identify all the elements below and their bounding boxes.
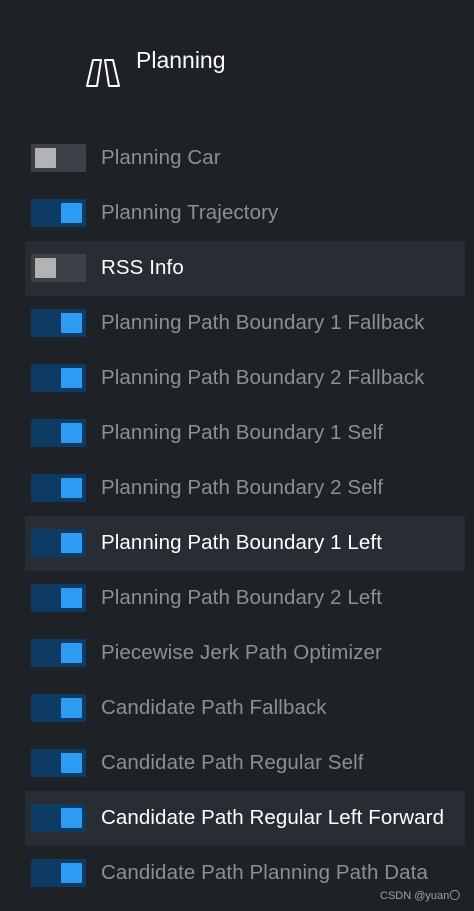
layer-row-candidate-path-fallback[interactable]: Candidate Path Fallback [25,681,465,736]
toggle-knob [61,863,82,883]
toggle-switch[interactable] [31,199,86,227]
planning-panel: Planning Planning Car Planning Trajectory… [0,0,474,911]
toggle-switch[interactable] [31,364,86,392]
layer-label: Planning Path Boundary 1 Left [101,531,382,554]
toggle-switch[interactable] [31,749,86,777]
toggle-switch[interactable] [31,309,86,337]
panel-title: Planning [136,47,226,73]
layer-row-planning-path-boundary-1-left[interactable]: Planning Path Boundary 1 Left [25,516,465,571]
toggle-switch[interactable] [31,584,86,612]
toggle-switch[interactable] [31,419,86,447]
toggle-knob [61,753,82,773]
toggle-knob [61,478,82,498]
toggle-knob [61,698,82,718]
layer-label: Planning Car [101,146,221,169]
layer-label: Planning Path Boundary 2 Self [101,476,384,499]
layer-row-planning-path-boundary-2-left[interactable]: Planning Path Boundary 2 Left [25,571,465,626]
toggle-switch[interactable] [31,254,86,282]
layer-label: Planning Path Boundary 1 Fallback [101,311,425,334]
toggle-switch[interactable] [31,694,86,722]
layer-label: Candidate Path Regular Left Forward [101,806,445,829]
toggle-knob [61,588,82,608]
layer-row-planning-trajectory[interactable]: Planning Trajectory [25,186,465,241]
layer-row-planning-path-boundary-1-fallback[interactable]: Planning Path Boundary 1 Fallback [25,296,465,351]
toggle-knob [61,313,82,333]
toggle-knob [61,533,82,553]
layer-label: Candidate Path Regular Self [101,751,364,774]
layer-label: Piecewise Jerk Path Optimizer [101,641,382,664]
layer-label: Candidate Path Planning Path Data [101,861,428,884]
layer-row-planning-car[interactable]: Planning Car [25,131,465,186]
toggle-knob [35,258,56,278]
toggle-knob [61,203,82,223]
toggle-switch[interactable] [31,639,86,667]
toggle-knob [61,423,82,443]
layer-label: Planning Trajectory [101,201,279,224]
layer-label: Planning Path Boundary 2 Left [101,586,382,609]
layer-row-candidate-path-regular-left-forward[interactable]: Candidate Path Regular Left Forward [25,791,465,846]
layer-row-candidate-path-regular-self[interactable]: Candidate Path Regular Self [25,736,465,791]
layer-row-planning-path-boundary-2-fallback[interactable]: Planning Path Boundary 2 Fallback [25,351,465,406]
toggle-knob [35,148,56,168]
toggle-knob [61,808,82,828]
layer-label: RSS Info [101,256,184,279]
toggle-switch[interactable] [31,529,86,557]
toggle-switch[interactable] [31,474,86,502]
layer-row-planning-path-boundary-1-self[interactable]: Planning Path Boundary 1 Self [25,406,465,461]
toggle-switch[interactable] [31,804,86,832]
toggle-switch[interactable] [31,144,86,172]
panel-header: Planning [0,0,474,120]
watermark: CSDN @yuan〇 [380,890,461,902]
toggle-knob [61,643,82,663]
layer-label: Candidate Path Fallback [101,696,327,719]
layer-label: Planning Path Boundary 2 Fallback [101,366,425,389]
toggle-knob [61,368,82,388]
layer-row-piecewise-jerk-path-optimizer[interactable]: Piecewise Jerk Path Optimizer [25,626,465,681]
layer-row-rss-info[interactable]: RSS Info [25,241,465,296]
toggle-switch[interactable] [31,859,86,887]
layer-label: Planning Path Boundary 1 Self [101,421,384,444]
layer-row-planning-path-boundary-2-self[interactable]: Planning Path Boundary 2 Self [25,461,465,516]
road-icon [85,58,121,88]
